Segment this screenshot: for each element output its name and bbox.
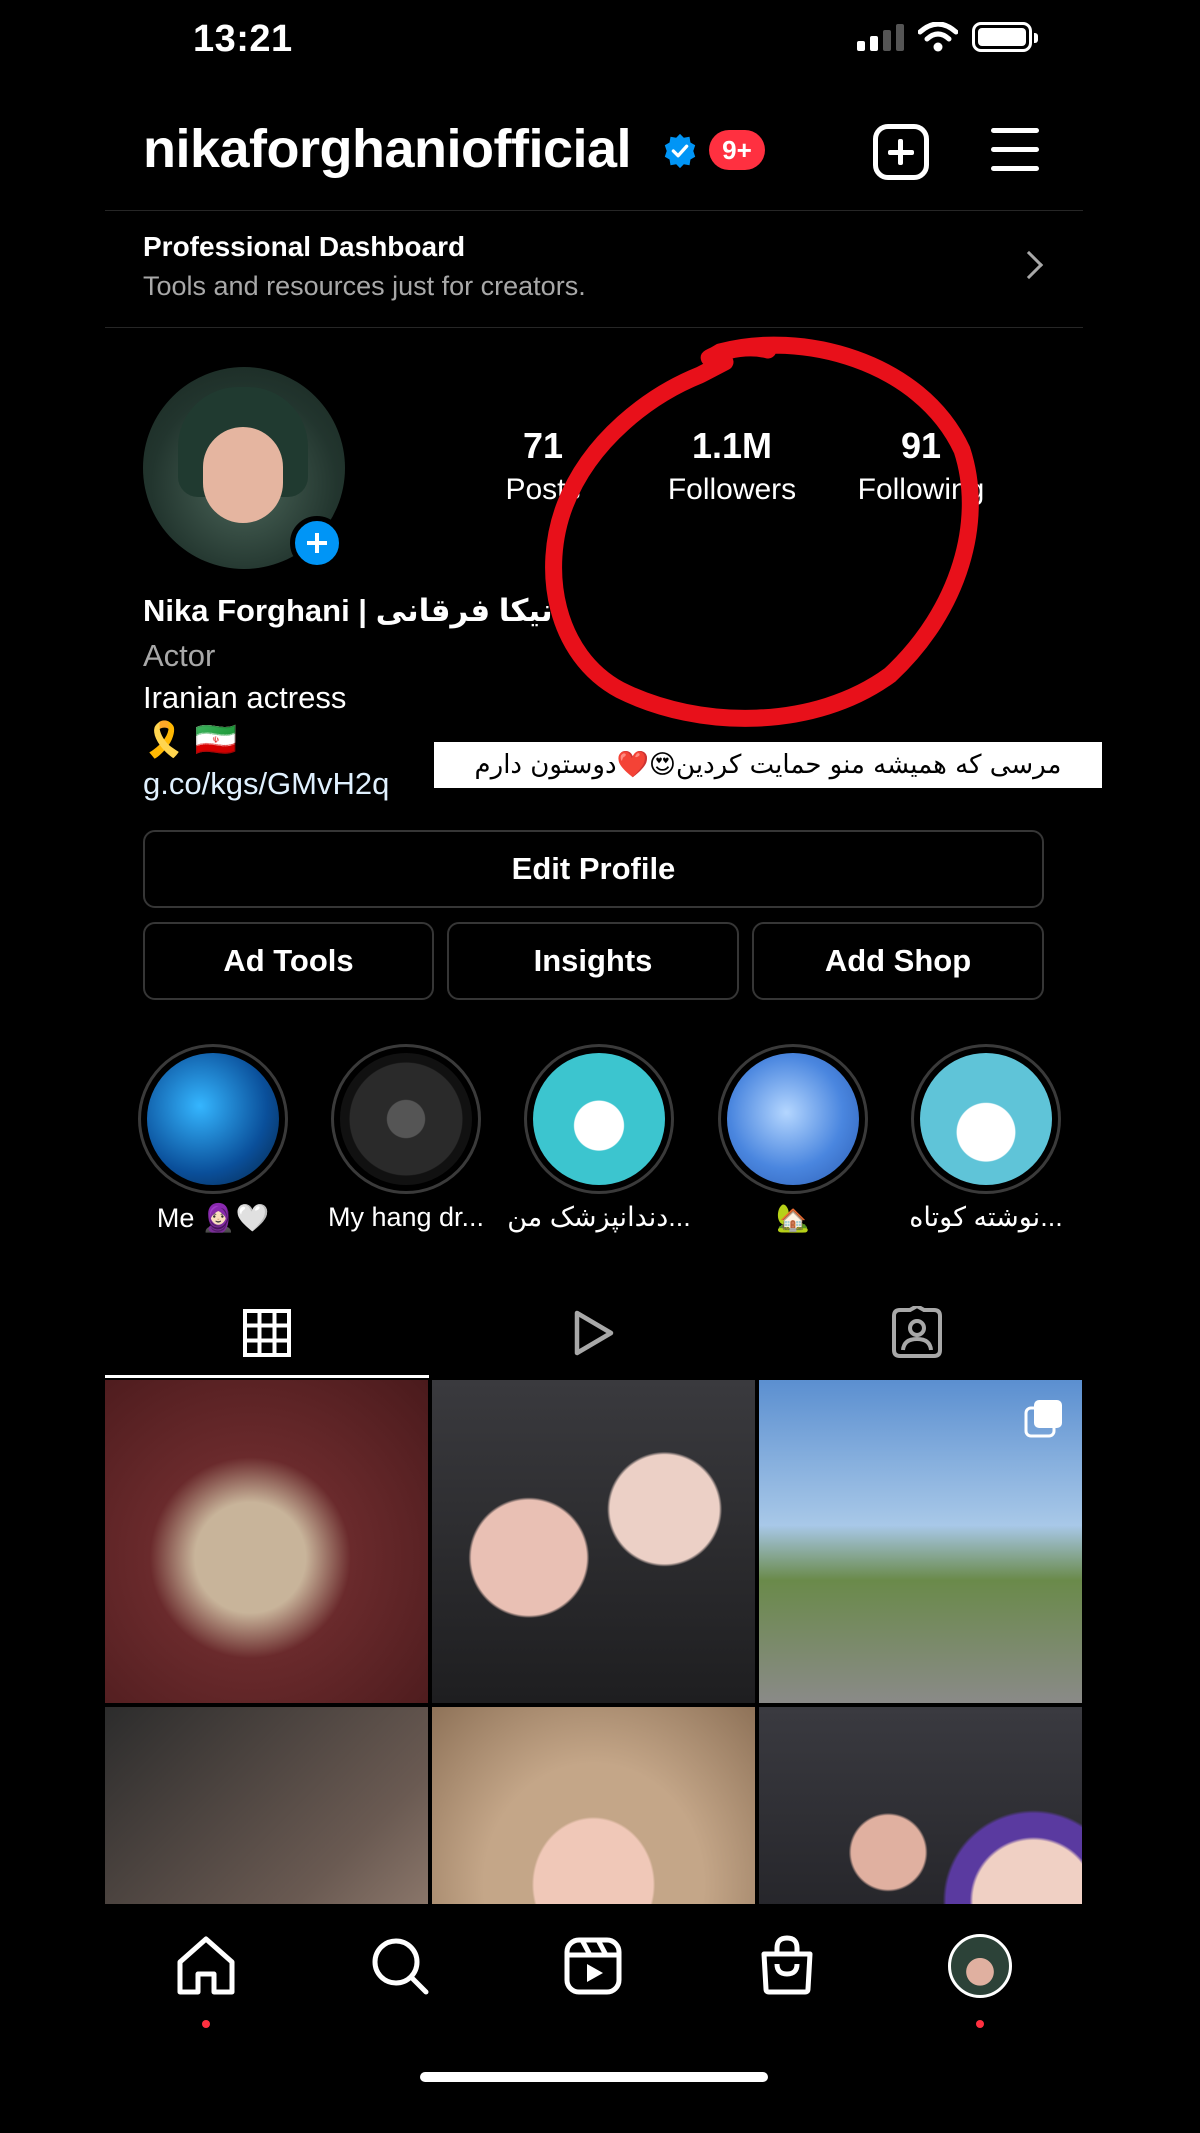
bio-link[interactable]: g.co/kgs/GMvH2q [143, 766, 389, 802]
highlight-hang-drum[interactable]: My hang dr... [328, 1044, 484, 1232]
username-switcher[interactable]: nikaforghaniofficial [143, 118, 632, 180]
post-thumbnail[interactable] [105, 1380, 428, 1703]
notification-dot [976, 2020, 984, 2028]
bio-emoji: 🎗️ 🇮🇷 [143, 721, 238, 759]
posts-grid [105, 1380, 1083, 1904]
home-icon [177, 1936, 235, 1995]
highlight-dentist[interactable]: دندانپزشک من... [507, 1044, 691, 1232]
posts-stat[interactable]: 71 Posts [453, 425, 633, 507]
post-thumbnail[interactable] [759, 1380, 1082, 1703]
highlight-label: My hang dr... [327, 1202, 485, 1232]
grid-icon [243, 1309, 291, 1357]
search-icon [372, 1938, 429, 1995]
following-stat[interactable]: 91 Following [831, 425, 1011, 507]
bio-text: Iranian actress [143, 680, 347, 715]
insights-button[interactable]: Insights [447, 922, 739, 1000]
nav-search[interactable] [360, 1926, 440, 2006]
highlight-label: دندانپزشک من... [507, 1202, 691, 1232]
reels-play-icon [574, 1310, 614, 1356]
profile-header: nikaforghaniofficial 9+ [143, 112, 1043, 192]
ad-tools-button[interactable]: Ad Tools [143, 922, 434, 1000]
post-thumbnail[interactable] [759, 1707, 1082, 1904]
highlight-home[interactable]: 🏡 [718, 1044, 868, 1233]
tab-tagged[interactable] [755, 1290, 1079, 1378]
highlight-me[interactable]: Me 🧕🏻🤍 [138, 1044, 288, 1233]
post-thumbnail[interactable] [432, 1707, 755, 1904]
posts-count: 71 [522, 425, 564, 466]
nav-home[interactable] [166, 1926, 246, 2028]
posts-label: Posts [505, 473, 581, 506]
bottom-nav [0, 1904, 1200, 2133]
shopping-bag-icon [761, 1935, 813, 1995]
status-bar: 13:21 [0, 0, 1200, 84]
followers-label: Followers [667, 473, 797, 506]
post-thumbnail[interactable] [105, 1707, 428, 1904]
notification-badge[interactable]: 9+ [709, 130, 765, 170]
reels-icon [564, 1937, 622, 1995]
dashboard-title: Professional Dashboard [143, 231, 466, 262]
tab-reels[interactable] [430, 1290, 754, 1378]
profile-avatar-icon [948, 1934, 1012, 1998]
overlay-caption: مرسی که همیشه منو حمایت کردین😍❤️دوستون د… [434, 742, 1102, 788]
followers-count: 1.1M [691, 425, 773, 466]
edit-profile-button[interactable]: Edit Profile [143, 830, 1044, 908]
following-count: 91 [900, 425, 942, 466]
status-icons [857, 22, 1038, 52]
tagged-person-icon [892, 1306, 942, 1358]
highlight-label: 🏡 [776, 1203, 810, 1233]
clock: 13:21 [193, 18, 293, 60]
nav-reels[interactable] [553, 1926, 633, 2006]
followers-stat[interactable]: 1.1M Followers [642, 425, 822, 507]
wifi-icon [918, 22, 958, 52]
carousel-icon [1024, 1400, 1062, 1438]
cellular-signal-icon [857, 23, 904, 51]
add-shop-button[interactable]: Add Shop [752, 922, 1044, 1000]
tab-posts-grid[interactable] [105, 1290, 429, 1378]
category-label: Actor [143, 638, 216, 673]
post-thumbnail[interactable] [432, 1380, 755, 1703]
full-name: Nika Forghani | نیکا فرقانی [143, 593, 553, 628]
home-indicator[interactable] [420, 2072, 768, 2082]
new-post-button[interactable] [873, 124, 929, 180]
highlight-label: Me 🧕🏻🤍 [156, 1203, 270, 1233]
notification-dot [202, 2020, 210, 2028]
professional-dashboard-link[interactable]: Professional Dashboard Tools and resourc… [105, 210, 1083, 328]
chevron-right-icon [1014, 250, 1044, 280]
nav-shop[interactable] [747, 1926, 827, 2006]
nav-profile[interactable] [940, 1926, 1020, 2028]
following-label: Following [857, 473, 985, 506]
highlight-label: نوشته کوتاه... [909, 1202, 1063, 1232]
battery-icon [972, 22, 1038, 52]
verified-badge-icon [664, 133, 696, 169]
menu-button[interactable] [991, 128, 1039, 172]
highlight-short-note[interactable]: نوشته کوتاه... [909, 1044, 1063, 1232]
dashboard-subtitle: Tools and resources just for creators. [143, 271, 586, 301]
add-story-plus-icon[interactable] [290, 516, 344, 570]
